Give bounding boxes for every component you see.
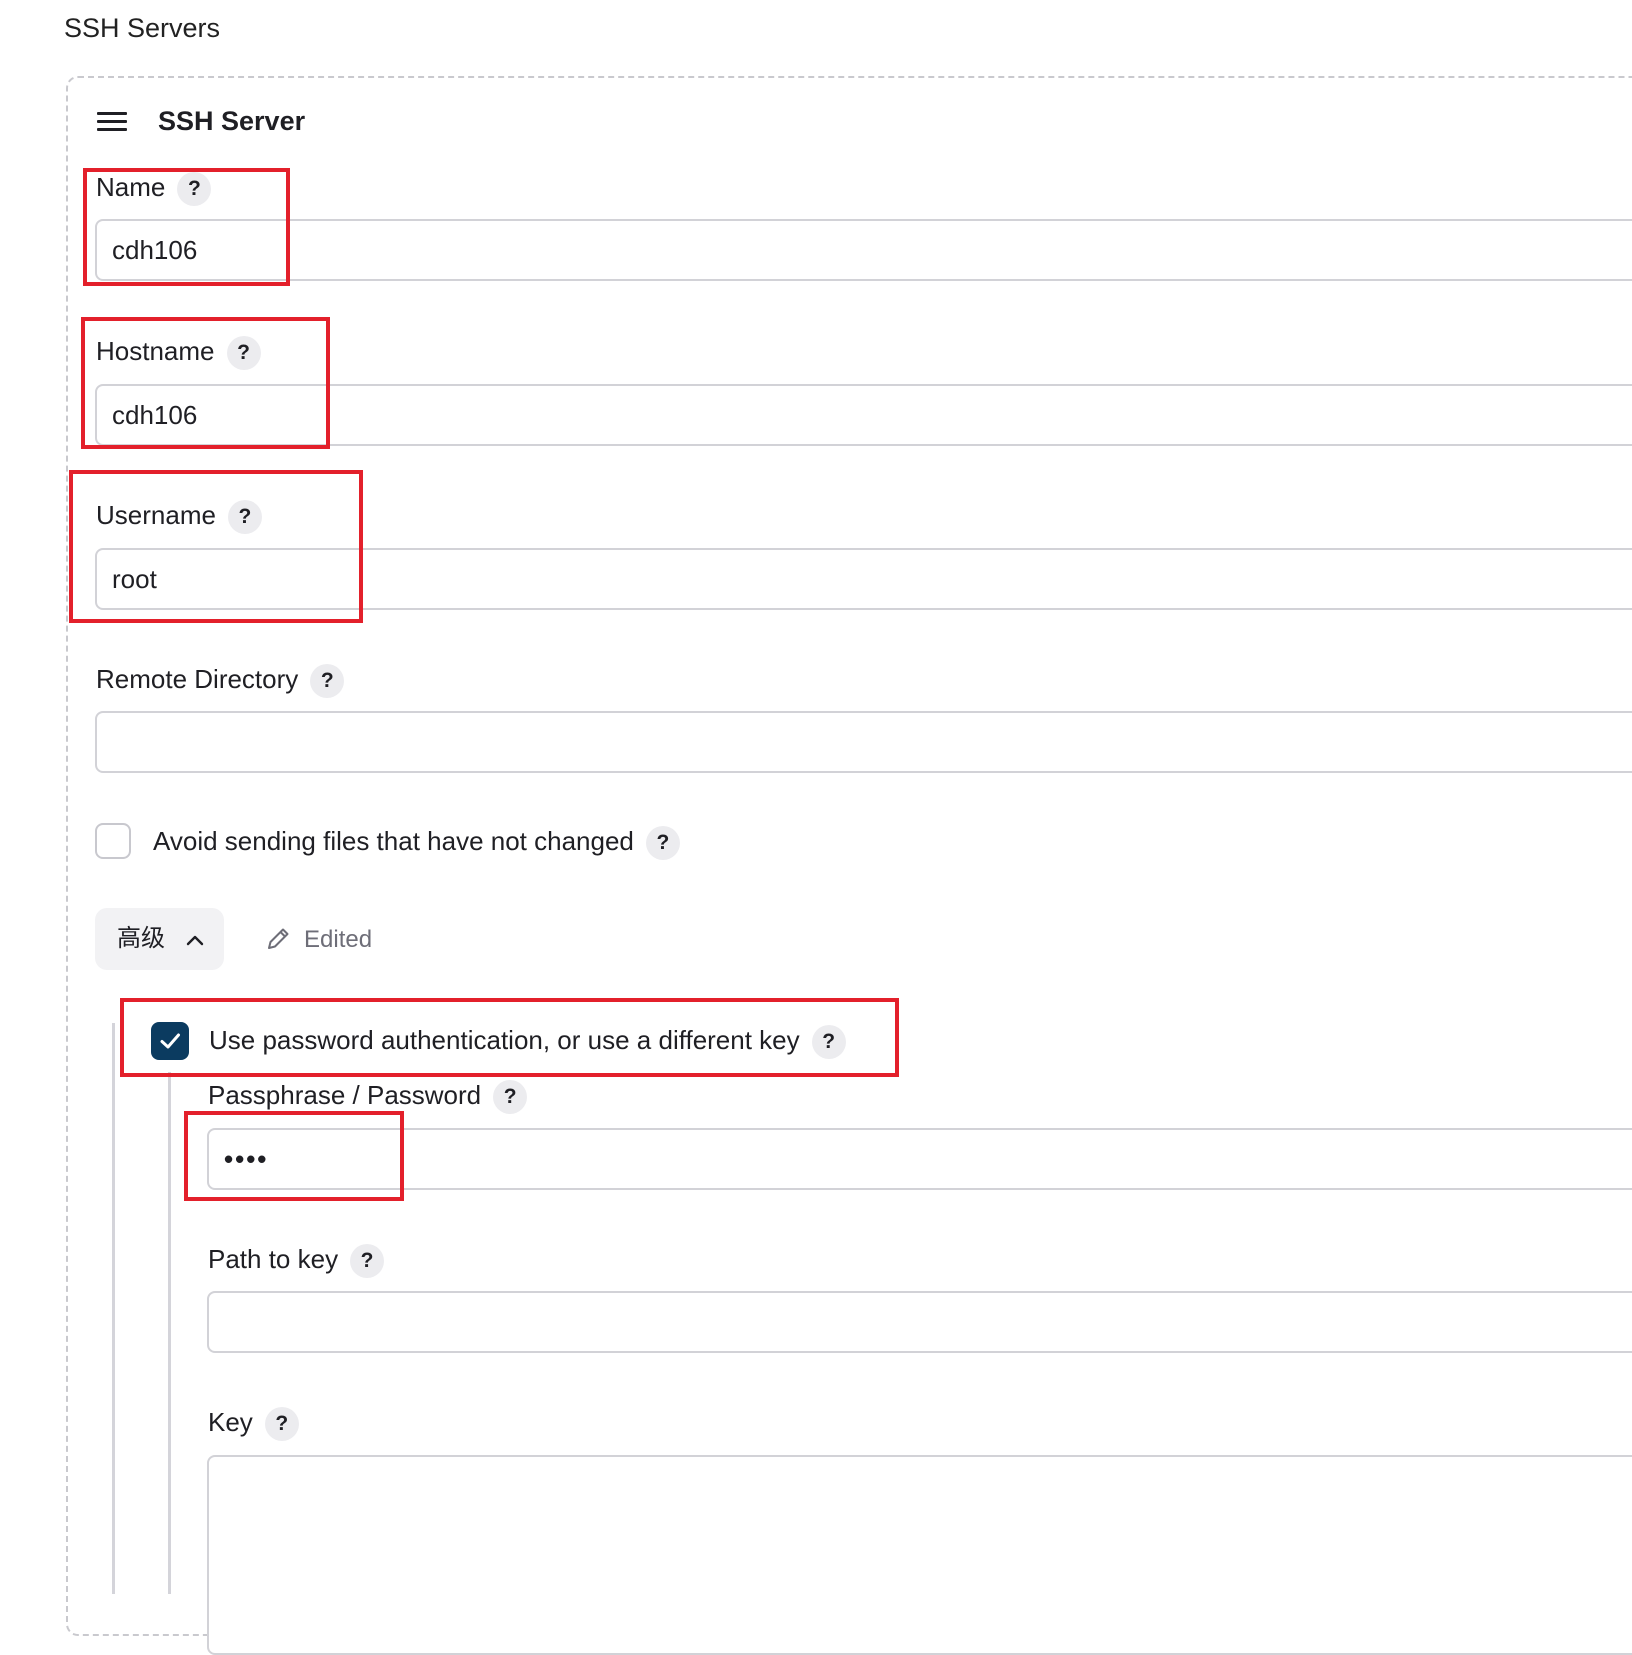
passphrase-help-icon[interactable]: ? <box>493 1080 528 1115</box>
hostname-label: Hostname <box>96 336 215 366</box>
passphrase-label-row: Passphrase / Password? <box>208 1078 528 1115</box>
hostname-input[interactable]: cdh106 <box>95 384 1632 446</box>
chevron-up-icon <box>186 935 203 945</box>
key-help-icon[interactable]: ? <box>264 1407 299 1442</box>
use-password-label: Use password authentication, or use a di… <box>209 1025 800 1055</box>
advanced-tree-line <box>112 1023 115 1594</box>
checkmark-icon <box>160 1033 180 1049</box>
avoid-sending-label-row: Avoid sending files that have not change… <box>153 824 680 861</box>
username-help-icon[interactable]: ? <box>227 500 262 535</box>
name-label: Name <box>96 172 166 202</box>
use-password-label-row: Use password authentication, or use a di… <box>209 1023 846 1060</box>
avoid-sending-label: Avoid sending files that have not change… <box>153 826 634 856</box>
edited-label: Edited <box>304 926 373 953</box>
pencil-icon <box>268 928 289 949</box>
hostname-help-icon[interactable]: ? <box>226 336 261 371</box>
password-tree-line <box>168 1072 171 1594</box>
advanced-button[interactable]: 高级 <box>95 908 224 970</box>
drag-handle-icon[interactable] <box>97 112 127 131</box>
name-help-icon[interactable]: ? <box>177 172 212 207</box>
passphrase-label: Passphrase / Password <box>208 1080 482 1110</box>
name-input[interactable]: cdh106 <box>95 219 1632 281</box>
name-label-row: Name? <box>96 170 212 207</box>
avoid-sending-checkbox[interactable] <box>95 823 131 859</box>
path-to-key-input[interactable] <box>207 1291 1632 1353</box>
remote-directory-help-icon[interactable]: ? <box>310 664 345 699</box>
username-label: Username <box>96 500 216 530</box>
path-to-key-label: Path to key <box>208 1244 339 1274</box>
key-label-row: Key? <box>208 1405 299 1442</box>
remote-directory-label: Remote Directory <box>96 664 299 694</box>
username-input[interactable]: root <box>95 548 1632 610</box>
username-label-row: Username? <box>96 498 262 535</box>
path-to-key-help-icon[interactable]: ? <box>350 1244 385 1279</box>
hostname-label-row: Hostname? <box>96 334 261 371</box>
advanced-button-label: 高级 <box>117 925 165 952</box>
remote-directory-input[interactable] <box>95 711 1632 773</box>
section-title: SSH Servers <box>64 13 221 43</box>
avoid-sending-help-icon[interactable]: ? <box>645 826 680 861</box>
remote-directory-label-row: Remote Directory? <box>96 662 345 699</box>
key-textarea[interactable] <box>207 1455 1632 1655</box>
path-to-key-label-row: Path to key? <box>208 1242 385 1279</box>
use-password-checkbox[interactable] <box>151 1022 189 1060</box>
ssh-server-title: SSH Server <box>158 106 306 136</box>
passphrase-input[interactable]: •••• <box>207 1128 1632 1190</box>
key-label: Key <box>208 1407 253 1437</box>
use-password-help-icon[interactable]: ? <box>811 1025 846 1060</box>
